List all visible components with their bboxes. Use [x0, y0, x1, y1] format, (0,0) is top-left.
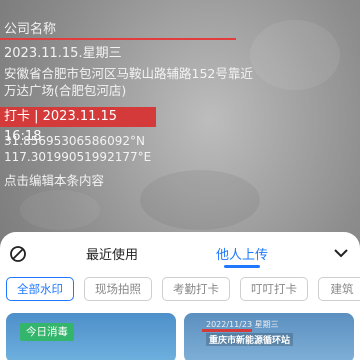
watermark-date: 2023.11.15.星期三	[4, 46, 122, 61]
thumbnail-label: 重庆市新能源循环站	[206, 333, 294, 346]
chip-dingding[interactable]: 叮叮打卡	[240, 277, 308, 301]
watermark-coordinates: 31.85695306586092°N 117.30199051992177°E	[4, 133, 151, 165]
no-watermark-icon[interactable]	[9, 245, 27, 263]
watermark-address: 安徽省合肥市包河区马鞍山路辅路152号靠近万达广场(合肥包河店)	[4, 66, 253, 98]
watermark-picker-sheet: 最近使用 他人上传 全部水印 现场拍照 考勤打卡 叮叮打卡 建筑 今日消毒 20…	[0, 232, 360, 360]
watermark-clockin-stamp: 打卡 | 2023.11.15 16:18	[0, 107, 156, 144]
thumbnail-badge: 今日消毒	[20, 323, 74, 341]
watermark-divider	[0, 38, 236, 40]
watermark-longitude: 117.30199051992177°E	[4, 150, 152, 164]
category-chips: 全部水印 现场拍照 考勤打卡 叮叮打卡 建筑	[0, 277, 360, 305]
thumbnail-divider	[202, 329, 252, 332]
tab-recent[interactable]: 最近使用	[86, 244, 138, 263]
watermark-thumbnail[interactable]: 2022/11/23 星期三 重庆市新能源循环站	[184, 313, 354, 360]
watermark-latitude: 31.85695306586092°N	[4, 134, 145, 148]
chevron-down-icon[interactable]	[333, 247, 349, 259]
active-tab-indicator	[224, 265, 260, 268]
chip-all-watermarks[interactable]: 全部水印	[6, 277, 74, 301]
chip-onsite-photo[interactable]: 现场拍照	[84, 277, 152, 301]
chip-construction[interactable]: 建筑	[318, 277, 360, 301]
tab-bar: 最近使用 他人上传	[0, 232, 360, 276]
chip-attendance[interactable]: 考勤打卡	[162, 277, 230, 301]
tab-others-upload[interactable]: 他人上传	[216, 244, 268, 263]
watermark-thumbnails: 今日消毒 2022/11/23 星期三 重庆市新能源循环站	[0, 313, 360, 360]
watermark-thumbnail[interactable]: 今日消毒	[6, 313, 176, 360]
watermark-edit-hint[interactable]: 点击编辑本条内容	[4, 170, 104, 189]
watermark-company: 公司名称	[4, 22, 57, 37]
